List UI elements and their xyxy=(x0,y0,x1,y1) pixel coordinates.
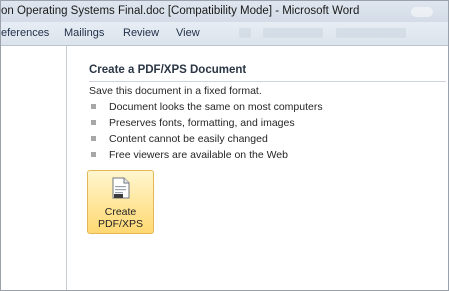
export-content-pane: Create a PDF/XPS Document Save this docu… xyxy=(67,46,448,290)
tab-view[interactable]: View xyxy=(176,27,200,39)
list-item: Free viewers are available on the Web xyxy=(89,148,323,164)
list-item-text: Free viewers are available on the Web xyxy=(109,149,288,161)
tab-mailings[interactable]: Mailings xyxy=(64,27,104,39)
title-bar: on Operating Systems Final.doc [Compatib… xyxy=(1,1,448,22)
create-button-line2: PDF/XPS xyxy=(98,218,143,230)
section-heading: Create a PDF/XPS Document xyxy=(89,64,247,76)
feature-list: Document looks the same on most computer… xyxy=(89,100,323,164)
create-pdf-xps-button[interactable]: Create PDF/XPS xyxy=(87,170,154,234)
ribbon-tab-bar: eferences Mailings Review View xyxy=(1,22,448,46)
create-button-label: Create PDF/XPS xyxy=(88,206,153,230)
list-item-text: Content cannot be easily changed xyxy=(109,133,268,145)
list-item: Document looks the same on most computer… xyxy=(89,100,323,116)
tab-references[interactable]: eferences xyxy=(1,27,49,39)
bullet-icon xyxy=(91,152,96,157)
titlebar-highlight xyxy=(411,7,433,17)
bullet-icon xyxy=(91,104,96,109)
backstage-left-panel xyxy=(1,46,65,290)
list-item: Preserves fonts, formatting, and images xyxy=(89,116,323,132)
faded-ribbon-control xyxy=(263,28,323,38)
tab-review[interactable]: Review xyxy=(123,27,159,39)
window-title: on Operating Systems Final.doc [Compatib… xyxy=(1,5,360,17)
list-item-text: Document looks the same on most computer… xyxy=(109,101,323,113)
faded-ribbon-control xyxy=(336,28,406,38)
bullet-icon xyxy=(91,120,96,125)
section-description: Save this document in a fixed format. xyxy=(89,85,262,97)
window-frame: on Operating Systems Final.doc [Compatib… xyxy=(0,0,449,291)
heading-divider xyxy=(89,81,446,82)
create-button-line1: Create xyxy=(104,206,137,218)
bullet-icon xyxy=(91,136,96,141)
list-item: Content cannot be easily changed xyxy=(89,132,323,148)
faded-ribbon-icon xyxy=(239,28,251,38)
list-item-text: Preserves fonts, formatting, and images xyxy=(109,117,295,129)
document-icon xyxy=(112,177,130,199)
